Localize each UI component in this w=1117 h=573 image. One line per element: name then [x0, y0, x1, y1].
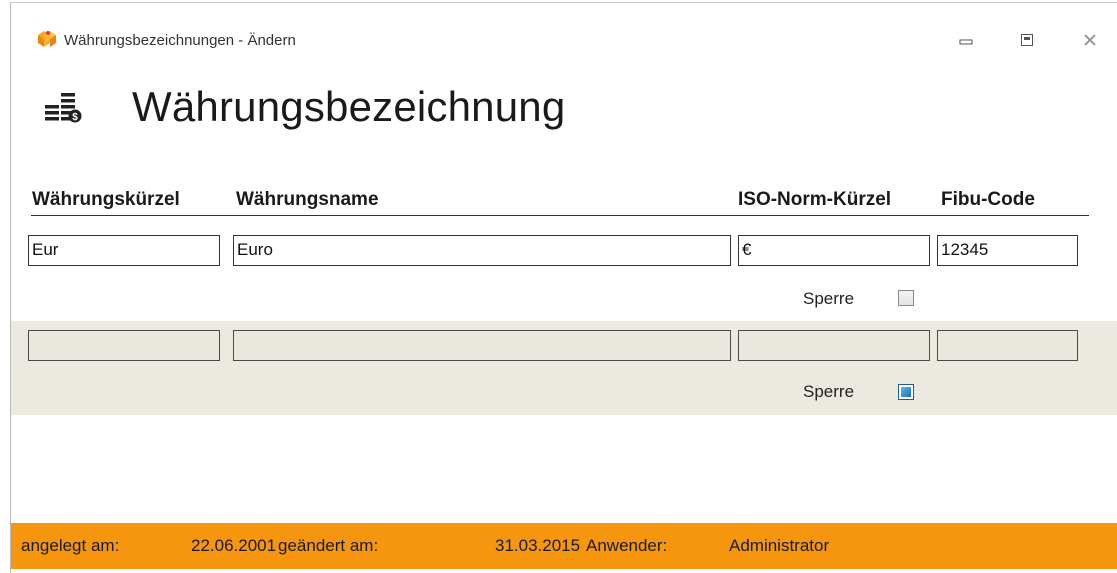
window-title: Währungsbezeichnungen - Ändern [64, 32, 296, 49]
page-title: Währungsbezeichnung [132, 83, 566, 130]
currency-code-input-new[interactable] [28, 330, 220, 361]
currency-name-input-new[interactable] [233, 330, 731, 361]
modified-date: 31.03.2015 [495, 536, 581, 555]
created-date: 22.06.2001 [191, 536, 277, 555]
currency-code-input[interactable]: Eur [28, 235, 220, 266]
column-header-iso-code: ISO-Norm-Kürzel [738, 189, 892, 210]
title-bar: Währungsbezeichnungen - Ändern [11, 3, 1117, 65]
iso-code-input-new[interactable] [738, 330, 930, 361]
lock-label-new: Sperre [803, 382, 855, 401]
fibu-code-input-new[interactable] [937, 330, 1078, 361]
app-icon [36, 29, 58, 49]
maximize-icon[interactable] [1014, 27, 1040, 53]
iso-code-input[interactable]: € [738, 235, 930, 266]
status-footer: angelegt am: 22.06.2001 geändert am: 31.… [11, 523, 1117, 569]
user-label: Anwender: [586, 536, 668, 555]
column-header-currency-name: Währungsname [236, 189, 379, 210]
minimize-icon[interactable] [953, 27, 979, 53]
modified-label: geändert am: [278, 536, 379, 555]
currency-list-icon: $ [45, 91, 85, 125]
user-name: Administrator [729, 536, 830, 555]
close-icon[interactable] [1077, 27, 1103, 53]
currency-name-input[interactable]: Euro [233, 235, 731, 266]
dialog-window: Währungsbezeichnungen - Ändern $ Währung… [10, 2, 1117, 573]
svg-text:$: $ [72, 112, 78, 123]
lock-checkbox[interactable] [898, 290, 914, 306]
lock-label: Sperre [803, 289, 855, 308]
column-header-fibu-code: Fibu-Code [941, 189, 1035, 210]
column-header-currency-code: Währungskürzel [32, 189, 180, 210]
lock-checkbox-new[interactable] [898, 384, 914, 400]
fibu-code-input[interactable]: 12345 [937, 235, 1078, 266]
header-divider [31, 215, 1089, 216]
created-label: angelegt am: [21, 536, 120, 555]
